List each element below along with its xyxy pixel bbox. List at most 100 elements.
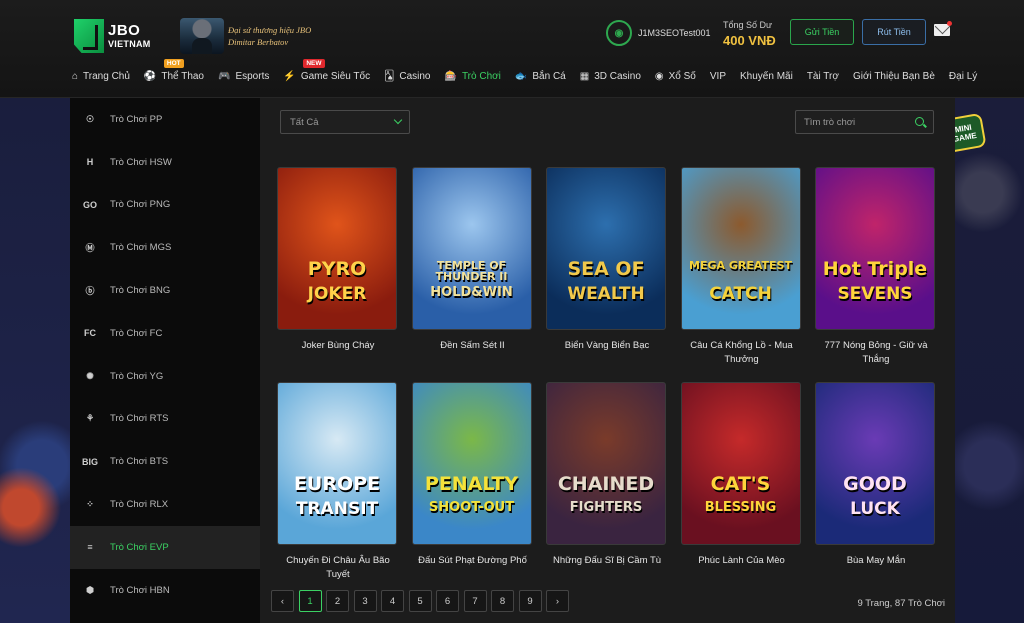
rlx-logo-icon: ⁘ <box>86 499 94 510</box>
search-icon[interactable] <box>915 117 924 126</box>
game-name[interactable]: 777 Nóng Bỏng - Giữ và Thắng <box>815 339 937 367</box>
search-input[interactable] <box>796 116 906 128</box>
sidebar-item-evp[interactable]: ≡ Trò Chơi EVP <box>70 525 260 569</box>
sidebar-item-rlx[interactable]: ⁘ Trò Chơi RLX <box>70 483 260 526</box>
hsw-logo-icon: H <box>86 157 94 168</box>
game-name[interactable]: Chuyến Đi Châu Âu Bão Tuyết <box>277 554 399 582</box>
game-name[interactable]: Biển Vàng Biển Bạc <box>546 339 668 353</box>
sidebar-item-pp[interactable]: ☉ Trò Chơi PP <box>70 98 260 141</box>
nav-item-label: Game Siêu Tốc <box>300 70 371 82</box>
evp-logo-icon: ≡ <box>87 542 93 553</box>
nav-item-9[interactable]: VIP <box>710 71 726 82</box>
ambassador-title: Đại sứ thương hiệu JBO <box>228 25 312 35</box>
game-card[interactable]: CHAINED FIGHTERS Những Đấu Sĩ Bị Cầm Tù <box>546 382 668 568</box>
rts-logo-icon: ⚘ <box>85 413 95 424</box>
page-button-2[interactable]: 2 <box>326 590 349 612</box>
game-name[interactable]: Đền Sấm Sét II <box>412 339 534 353</box>
game-logo-subtitle: JOKER <box>307 284 367 304</box>
mail-icon[interactable] <box>934 21 952 36</box>
sidebar-item-hsw[interactable]: H Trò Chơi HSW <box>70 141 260 184</box>
game-card[interactable]: PENALTY SHOOT-OUT Đấu Sút Phạt Đường Phố <box>411 382 534 568</box>
next-page-button[interactable]: › <box>546 590 569 612</box>
sidebar-item-bng[interactable]: ⓑ Trò Chơi BNG <box>70 269 260 312</box>
nav-item-10[interactable]: Khuyến Mãi <box>740 71 793 82</box>
game-thumbnail[interactable]: PENALTY SHOOT-OUT <box>411 382 532 545</box>
nav-item-13[interactable]: Đại Lý <box>949 71 977 82</box>
game-card[interactable]: Hot Triple SEVENS 777 Nóng Bỏng - Giữ và T… <box>815 167 937 367</box>
sidebar-item-yg[interactable]: ✺ Trò Chơi YG <box>70 355 260 398</box>
page-button-5[interactable]: 5 <box>408 590 432 612</box>
sidebar-item-bts[interactable]: BIG Trò Chơi BTS <box>70 440 260 483</box>
game-thumbnail[interactable]: MEGA GREATEST CATCH <box>680 167 801 330</box>
page-button-4[interactable]: 4 <box>381 590 404 612</box>
main-nav: ⌂ Trang Chủ ⚽ Thể Thao HOT 🎮 Esports ⚡ Game Siêu… <box>72 58 991 88</box>
nav-item-4[interactable]: 🂡 Casino <box>384 71 430 82</box>
game-name[interactable]: Đấu Sút Phạt Đường Phố <box>412 554 534 568</box>
page-button-9[interactable]: 9 <box>518 590 542 612</box>
nav-item-6[interactable]: 🐟 Bắn Cá <box>515 71 566 82</box>
game-card[interactable]: MEGA GREATEST CATCH Câu Cá Khổng Lồ - Mua … <box>680 167 803 367</box>
page-button-8[interactable]: 8 <box>491 590 514 612</box>
nav-item-12[interactable]: Giới Thiệu Bạn Bè <box>853 71 935 82</box>
balance-value: 400 VNĐ <box>723 33 776 48</box>
page-button-1[interactable]: 1 <box>298 590 322 612</box>
sidebar-item-png[interactable]: GO Trò Chơi PNG <box>70 184 260 227</box>
deposit-button[interactable]: Gửi Tiền <box>790 19 854 45</box>
user-avatar-icon[interactable]: ◉ <box>606 20 632 46</box>
hbn-logo-icon: ⬢ <box>86 584 94 595</box>
game-thumbnail[interactable]: CHAINED FIGHTERS <box>546 382 666 545</box>
nav-item-1[interactable]: ⚽ Thể Thao HOT <box>144 58 204 82</box>
game-card[interactable]: PYRO JOKER Joker Bùng Cháy <box>277 167 399 353</box>
game-thumbnail[interactable]: PYRO JOKER <box>277 167 397 330</box>
game-card[interactable]: SEA OF WEALTH Biển Vàng Biển Bạc <box>546 167 668 353</box>
game-logo-title: Hot Triple <box>822 258 928 280</box>
game-name[interactable]: Bùa May Mắn <box>815 554 937 568</box>
nav-item-2[interactable]: 🎮 Esports <box>218 71 269 82</box>
nav-item-5[interactable]: 🎰 Trò Chơi <box>444 71 500 82</box>
game-thumbnail[interactable]: GOOD LUCK <box>815 382 935 545</box>
logo-line1: JBO <box>108 22 141 39</box>
game-thumbnail[interactable]: EUROPE TRANSIT <box>277 382 397 545</box>
nav-item-label: Bắn Cá <box>532 70 566 82</box>
prev-page-button[interactable]: ‹ <box>271 590 294 612</box>
nav-item-label: Trang Chủ <box>83 70 130 82</box>
sidebar-item-label: Trò Chơi YG <box>110 370 164 382</box>
cards-icon: 🂡 <box>384 70 395 82</box>
jbo-logo[interactable]: JBO VIETNAM <box>74 18 156 54</box>
nav-item-8[interactable]: ◉ Xổ Số <box>655 71 696 82</box>
game-card[interactable]: EUROPE TRANSIT Chuyến Đi Châu Âu Bão Tuyết <box>277 382 399 582</box>
game-logo-subtitle: CATCH <box>709 284 772 304</box>
home-icon: ⌂ <box>72 70 79 82</box>
game-name[interactable]: Những Đấu Sĩ Bị Cầm Tù <box>546 554 668 568</box>
sidebar-item-hbn[interactable]: ⬢ Trò Chơi HBN <box>70 569 260 612</box>
pagination-summary: 9 Trang, 87 Trò Chơi <box>857 598 945 609</box>
category-filter-select[interactable]: Tất Cả <box>280 110 410 134</box>
nav-item-3[interactable]: ⚡ Game Siêu Tốc NEW <box>283 58 371 82</box>
nav-item-0[interactable]: ⌂ Trang Chủ <box>72 71 130 82</box>
withdraw-button[interactable]: Rút Tiền <box>862 19 926 45</box>
game-card[interactable]: GOOD LUCK Bùa May Mắn <box>815 382 937 568</box>
yg-logo-icon: ✺ <box>86 370 94 381</box>
sidebar-item-fc[interactable]: FC Trò Chơi FC <box>70 312 260 355</box>
page-button-3[interactable]: 3 <box>353 590 377 612</box>
game-thumbnail[interactable]: SEA OF WEALTH <box>546 167 666 330</box>
game-thumbnail[interactable]: TEMPLE OF THUNDER II HOLD&WIN <box>411 167 532 330</box>
nav-item-11[interactable]: Tài Trợ <box>807 71 839 82</box>
sidebar-item-label: Trò Chơi RTS <box>110 413 169 425</box>
game-thumbnail[interactable]: CAT'S BLESSING <box>680 382 801 545</box>
game-name[interactable]: Câu Cá Khổng Lồ - Mua Thưởng <box>681 339 803 367</box>
sidebar-item-rts[interactable]: ⚘ Trò Chơi RTS <box>70 398 260 441</box>
sidebar-item-label: Trò Chơi HSW <box>110 156 172 168</box>
game-card[interactable]: TEMPLE OF THUNDER II HOLD&WIN Đền Sấm Sét … <box>411 167 534 353</box>
provider-sidebar: ☉ Trò Chơi PP H Trò Chơi HSW GO Trò Chơi PNG Ⓜ… <box>70 98 260 623</box>
game-thumbnail[interactable]: Hot Triple SEVENS <box>815 167 935 330</box>
sidebar-item-mgs[interactable]: Ⓜ Trò Chơi MGS <box>70 226 260 269</box>
user-profile[interactable]: ◉ J1M3SEOTest001 <box>606 20 711 46</box>
page-button-7[interactable]: 7 <box>463 590 487 612</box>
nav-item-7[interactable]: ▦ 3D Casino <box>580 71 641 82</box>
game-name[interactable]: Joker Bùng Cháy <box>277 339 399 353</box>
page-button-6[interactable]: 6 <box>436 590 459 612</box>
game-name[interactable]: Phúc Lành Của Mèo <box>681 554 803 568</box>
nav-item-label: Khuyến Mãi <box>740 70 793 82</box>
game-card[interactable]: CAT'S BLESSING Phúc Lành Của Mèo <box>680 382 803 568</box>
